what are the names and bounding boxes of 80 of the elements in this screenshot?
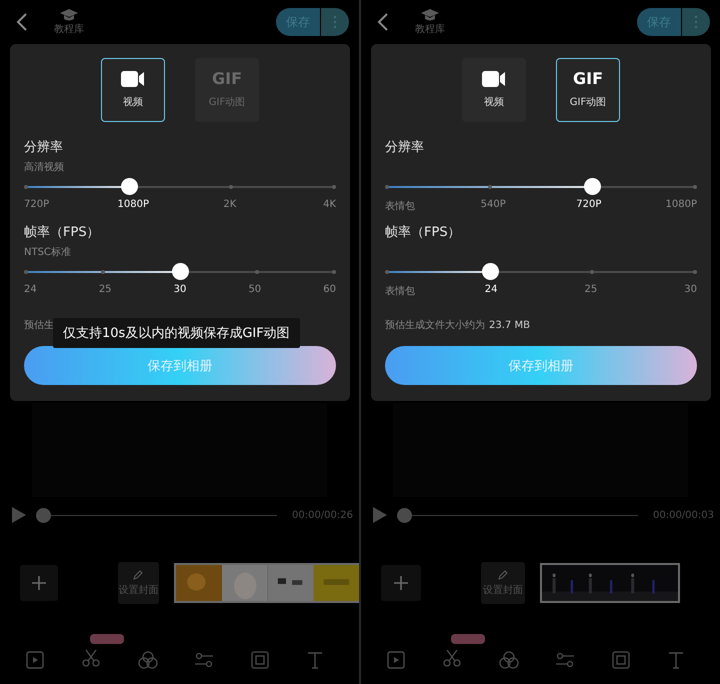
back-icon[interactable] xyxy=(377,12,389,32)
section-subtitle: NTSC标准 xyxy=(24,246,72,257)
add-clip-button[interactable] xyxy=(20,565,58,601)
tip-badge xyxy=(450,634,485,644)
progress-handle[interactable] xyxy=(397,508,412,522)
tutorial-label[interactable]: 教程库 xyxy=(54,22,84,36)
film-icon[interactable] xyxy=(387,651,405,669)
estimate-label: 预估生成文件大小约为 xyxy=(385,318,485,332)
format-label: 视频 xyxy=(123,96,143,109)
tick-label[interactable]: 30 xyxy=(684,284,697,295)
section-subtitle: 高清视频 xyxy=(24,160,65,172)
text-icon[interactable] xyxy=(306,651,323,669)
slider-thumb[interactable] xyxy=(584,178,602,195)
more-button[interactable] xyxy=(682,8,710,36)
tick-label[interactable]: 4K xyxy=(323,199,336,210)
play-icon[interactable] xyxy=(373,507,387,523)
tick-label[interactable]: 720P xyxy=(576,199,602,210)
add-clip-button[interactable] xyxy=(381,565,421,601)
section-title: 分辨率 xyxy=(385,139,425,156)
toast-message: 仅支持10s及以内的视频保存成GIF动图 xyxy=(53,318,300,348)
tick-label[interactable]: 24 xyxy=(24,284,37,295)
tick-label[interactable]: 30 xyxy=(174,284,186,295)
plus-icon xyxy=(394,576,408,590)
color-filter-icon[interactable] xyxy=(138,651,158,669)
back-icon[interactable] xyxy=(16,12,28,32)
adjust-sliders-icon[interactable] xyxy=(556,651,574,669)
text-icon[interactable] xyxy=(668,651,684,669)
section-title: 帧率（FPS） xyxy=(385,224,462,241)
progress-handle[interactable] xyxy=(36,508,51,522)
cover-button[interactable]: 设置封面 xyxy=(118,562,159,604)
section-title: 分辨率 xyxy=(24,139,64,156)
film-icon[interactable] xyxy=(26,651,44,669)
tip-badge xyxy=(90,634,124,644)
graduation-cap-icon[interactable] xyxy=(60,8,78,22)
adjust-sliders-icon[interactable] xyxy=(195,651,214,669)
tick-label[interactable]: 60 xyxy=(323,284,336,295)
tick-label[interactable]: 50 xyxy=(248,284,262,295)
tick-label[interactable]: 540P xyxy=(480,199,506,210)
format-label: GIF动图 xyxy=(208,96,246,109)
more-button[interactable] xyxy=(321,8,349,36)
estimate-label: 预估生 xyxy=(24,318,54,332)
tick-label[interactable]: 25 xyxy=(584,284,598,295)
tick-label[interactable]: 25 xyxy=(98,284,112,295)
more-icon xyxy=(694,15,698,29)
tick-label[interactable]: 表情包 xyxy=(385,284,415,298)
frame-icon[interactable] xyxy=(612,651,630,669)
tick-label[interactable]: 2K xyxy=(223,199,236,210)
scissors-icon[interactable] xyxy=(82,649,100,667)
estimate-value: 23.7 MB xyxy=(489,320,530,331)
tick-label[interactable]: 1080P xyxy=(118,199,149,210)
plus-icon xyxy=(32,576,46,590)
play-icon[interactable] xyxy=(12,507,26,523)
slider-thumb[interactable] xyxy=(482,263,499,280)
format-label: 视频 xyxy=(484,96,504,109)
more-icon xyxy=(333,15,337,29)
tick-label[interactable]: 1080P xyxy=(666,199,697,210)
tick-label[interactable]: 720P xyxy=(24,199,50,210)
graduation-cap-icon[interactable] xyxy=(421,8,439,22)
color-filter-icon[interactable] xyxy=(498,651,519,669)
section-title: 帧率（FPS） xyxy=(24,224,101,241)
scissors-icon[interactable] xyxy=(442,649,461,667)
video-camera-icon xyxy=(121,71,145,87)
tick-label[interactable]: 24 xyxy=(484,284,498,295)
tutorial-label[interactable]: 教程库 xyxy=(415,22,445,36)
format-option[interactable]: GIF GIF动图 xyxy=(556,58,620,122)
format-option[interactable]: 视频 xyxy=(462,58,526,122)
gif-glyph: GIF xyxy=(212,71,242,87)
pencil-icon xyxy=(133,570,144,580)
format-option[interactable]: 视频 xyxy=(101,58,165,122)
cover-button[interactable]: 设置封面 xyxy=(481,562,525,604)
pencil-icon xyxy=(498,570,508,580)
video-camera-icon xyxy=(482,71,506,87)
slider-thumb[interactable] xyxy=(172,263,189,280)
frame-icon[interactable] xyxy=(251,651,270,669)
slider-thumb[interactable] xyxy=(120,178,138,195)
format-label: GIF动图 xyxy=(570,96,606,109)
time-label: 00:00/00:26 xyxy=(292,510,353,520)
time-label: 00:00/00:03 xyxy=(652,510,714,520)
gif-glyph: GIF xyxy=(572,71,603,87)
tick-label[interactable]: 表情包 xyxy=(385,199,415,213)
